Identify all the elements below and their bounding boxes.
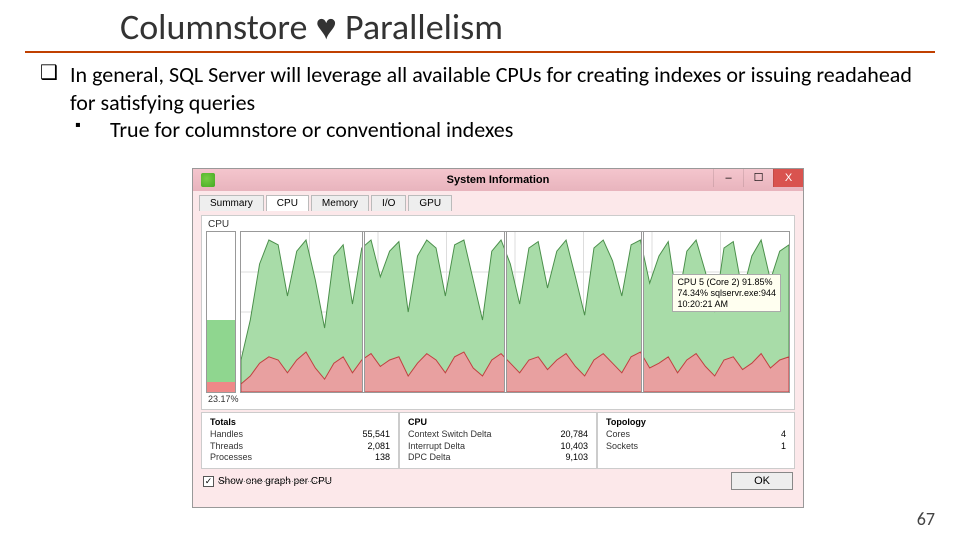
bullet-level2: ▪ True for columnstore or conventional i… <box>40 116 935 144</box>
cpu-summary-bar <box>206 231 236 393</box>
cpu-bar-green <box>207 320 235 392</box>
cpu-core-separator <box>641 232 644 392</box>
titlebar[interactable]: System Information – ☐ X <box>193 169 803 191</box>
bottom-row: ✓ Show one graph per CPU OK <box>203 472 793 490</box>
tab-strip: Summary CPU Memory I/O GPU <box>193 191 803 211</box>
chart-row: CPU 5 (Core 2) 91.85% 74.34% sqlservr.ex… <box>206 231 790 393</box>
slide-number: 67 <box>917 508 935 530</box>
tab-cpu[interactable]: CPU <box>266 195 309 211</box>
title-text-post: Parallelism <box>337 5 503 49</box>
stats-row: Totals Handles55,541 Threads2,081 Proces… <box>201 412 795 469</box>
stats-totals: Totals Handles55,541 Threads2,081 Proces… <box>201 412 399 469</box>
bullet1-text: In general, SQL Server will leverage all… <box>70 61 935 116</box>
window-buttons: – ☐ X <box>713 169 803 187</box>
cpu-tooltip: CPU 5 (Core 2) 91.85% 74.34% sqlservr.ex… <box>672 274 781 312</box>
bullet2-text: True for columnstore or conventional ind… <box>110 116 935 144</box>
tab-summary[interactable]: Summary <box>199 195 264 211</box>
bullet-list: ❑ In general, SQL Server will leverage a… <box>0 61 960 144</box>
group-label-cpu: CPU <box>206 218 790 231</box>
tab-memory[interactable]: Memory <box>311 195 369 211</box>
slide-title: Columnstore ♥ Parallelism <box>0 0 960 51</box>
maximize-button[interactable]: ☐ <box>743 169 773 187</box>
window-title: System Information <box>193 174 803 186</box>
bullet-marker-square: ❑ <box>40 61 70 116</box>
cpu-chart-group: CPU CPU 5 (Core 2) 91.85% <box>201 215 795 410</box>
checkbox-label: Show one graph per CPU <box>218 476 332 487</box>
cpu-bar-red <box>207 382 235 392</box>
one-graph-per-cpu-checkbox[interactable]: ✓ Show one graph per CPU <box>203 476 332 487</box>
cpu-core-separator <box>362 232 365 392</box>
minimize-button[interactable]: – <box>713 169 743 187</box>
cpu-history-chart[interactable]: CPU 5 (Core 2) 91.85% 74.34% sqlservr.ex… <box>240 231 790 393</box>
tooltip-line1: CPU 5 (Core 2) 91.85% <box>677 277 776 288</box>
stats-cpu: CPU Context Switch Delta20,784 Interrupt… <box>399 412 597 469</box>
checkbox-box-icon: ✓ <box>203 476 214 487</box>
cpu-core-separator <box>504 232 507 392</box>
stats-topology-title: Topology <box>606 417 786 427</box>
heart-icon: ♥ <box>316 5 337 49</box>
tooltip-line3: 10:20:21 AM <box>677 299 776 310</box>
bullet-marker-square-small: ▪ <box>75 116 110 144</box>
ok-button[interactable]: OK <box>731 472 793 490</box>
close-button[interactable]: X <box>773 169 803 187</box>
tab-gpu[interactable]: GPU <box>408 195 452 211</box>
system-information-window: System Information – ☐ X Summary CPU Mem… <box>192 168 804 508</box>
stats-totals-title: Totals <box>210 417 390 427</box>
bullet-level1: ❑ In general, SQL Server will leverage a… <box>40 61 935 116</box>
stats-cpu-title: CPU <box>408 417 588 427</box>
title-underline <box>25 51 935 53</box>
cpu-percent-label: 23.17% <box>206 393 790 405</box>
title-text-pre: Columnstore <box>120 5 316 49</box>
stats-topology: Topology Cores4 Sockets1 <box>597 412 795 469</box>
tab-io[interactable]: I/O <box>371 195 406 211</box>
tooltip-line2: 74.34% sqlservr.exe:944 <box>677 288 776 299</box>
